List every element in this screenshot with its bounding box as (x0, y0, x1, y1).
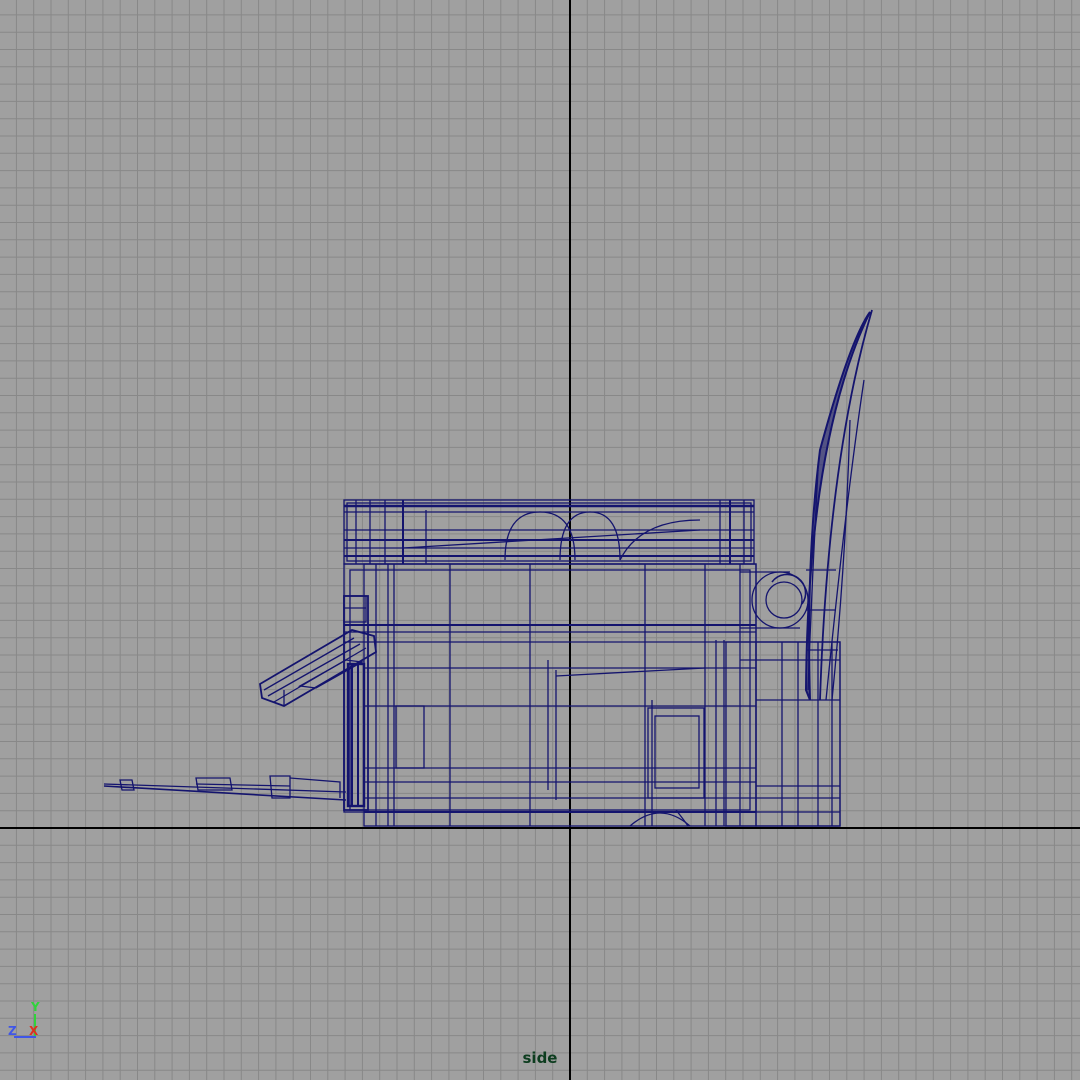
scanner-lid[interactable] (343, 499, 755, 565)
output-tray[interactable] (103, 775, 347, 801)
z-axis-label: Z (8, 1024, 17, 1038)
x-axis-label: X (29, 1024, 39, 1038)
viewport-canvas[interactable] (0, 0, 1080, 1080)
side-viewport[interactable]: Y Z X side (0, 0, 1080, 1080)
y-axis-label: Y (31, 1000, 40, 1014)
axis-gizmo: Y Z X (6, 1000, 50, 1046)
camera-label: side (522, 1049, 558, 1067)
axis-gizmo-lines (14, 1014, 36, 1038)
